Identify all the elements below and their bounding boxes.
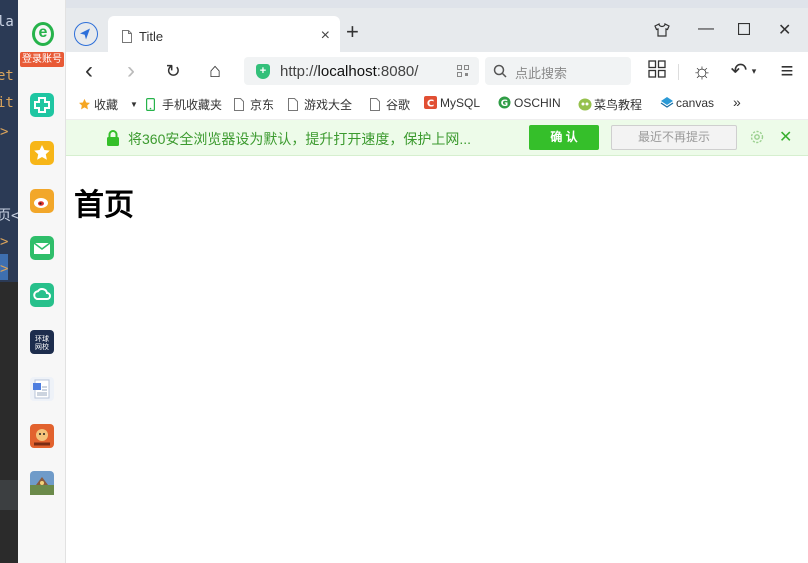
brightness-icon[interactable]: ☼ — [691, 60, 713, 82]
bookmark-favorites[interactable]: 收藏 — [78, 96, 118, 113]
bookmarks-bar: 收藏 ▼ 手机收藏夹 京东 游戏大全 谷歌 C MySQL G OSCHIN 菜鸟教… — [66, 90, 808, 120]
favorites-star-icon[interactable] — [30, 141, 54, 165]
svg-text:网校: 网校 — [35, 342, 49, 351]
security-shield-icon[interactable]: + — [256, 64, 270, 79]
page-icon — [234, 98, 246, 111]
minimize-button[interactable]: — — [698, 20, 714, 38]
phone-icon — [146, 98, 158, 112]
back-button[interactable]: ‹ — [78, 59, 100, 83]
gear-icon[interactable] — [749, 129, 765, 145]
undo-dropdown-icon[interactable]: ▾ — [749, 60, 759, 82]
document-icon[interactable] — [30, 377, 54, 401]
dont-remind-button[interactable]: 最近不再提示 — [611, 125, 737, 150]
new-tab-button[interactable]: + — [346, 21, 359, 43]
navigation-toolbar: ‹ › ↻ ⌂ + http://localhost:8080/ 点此搜索 ☼ … — [66, 52, 808, 90]
lock-icon — [106, 130, 120, 146]
bookmark-oschina[interactable]: G OSCHIN — [498, 96, 561, 110]
home-button[interactable]: ⌂ — [204, 60, 226, 82]
undo-icon[interactable]: ↶ — [728, 60, 750, 82]
bookmark-jd[interactable]: 京东 — [234, 96, 274, 113]
editor-panel-header — [0, 480, 18, 510]
page-icon — [288, 98, 300, 111]
bookmark-mysql[interactable]: C MySQL — [424, 96, 480, 110]
reload-button[interactable]: ↻ — [162, 60, 184, 82]
code-fragment: > — [0, 234, 9, 250]
confirm-button[interactable]: 确 认 — [529, 125, 599, 150]
notice-message: 将360安全浏览器设为默认，提升打开速度，保护上网... — [128, 131, 472, 147]
search-icon — [493, 64, 507, 78]
svg-text:环球: 环球 — [35, 334, 49, 343]
browser-window: Title × + — ✕ ‹ › ↻ ⌂ + http://localhost… — [66, 0, 808, 563]
browser-sidebar: e 登录账号 环球 网校 — [18, 0, 66, 563]
code-fragment: la — [0, 14, 14, 30]
cloud-drive-icon[interactable] — [30, 283, 54, 307]
news-icon[interactable]: 环球 网校 — [30, 330, 54, 354]
notice-close-icon[interactable]: ✕ — [779, 127, 792, 147]
maximize-button[interactable] — [737, 22, 751, 40]
bookmark-games[interactable]: 游戏大全 — [288, 96, 352, 113]
tab-bar: Title × + — ✕ — [66, 0, 808, 60]
bookmark-runoob[interactable]: 菜鸟教程 — [578, 96, 642, 113]
browser-logo-icon: e — [32, 22, 54, 46]
window-close-button[interactable]: ✕ — [778, 20, 791, 40]
svg-text:C: C — [427, 99, 434, 110]
canvas-icon — [660, 96, 674, 109]
qr-code-icon[interactable] — [457, 65, 469, 77]
health-plus-icon[interactable] — [30, 93, 54, 117]
code-fragment: > — [0, 124, 9, 140]
search-box[interactable]: 点此搜索 — [485, 57, 631, 85]
background-editor-strip: la et it > 页< > > — [0, 0, 18, 563]
page-heading: 首页 — [74, 188, 134, 223]
tab-label: Title — [139, 29, 164, 44]
star-icon — [78, 98, 90, 111]
menu-icon[interactable]: ≡ — [776, 60, 798, 82]
bookmarks-more-button[interactable]: » — [733, 94, 741, 110]
code-fragment: 页< — [0, 208, 18, 224]
mail-icon[interactable] — [30, 236, 54, 260]
favorites-dropdown-icon[interactable]: ▼ — [130, 100, 138, 109]
skin-icon[interactable] — [654, 22, 670, 43]
runoob-icon — [578, 98, 592, 111]
weibo-icon[interactable] — [30, 189, 54, 213]
bookmark-mobile[interactable]: 手机收藏夹 — [146, 96, 222, 113]
toolbar-divider — [678, 64, 679, 80]
apps-grid-icon[interactable] — [646, 60, 668, 82]
browser-logo[interactable]: e 登录账号 — [20, 22, 64, 68]
default-browser-notice: 将360安全浏览器设为默认，提升打开速度，保护上网... 确 认 最近不再提示 … — [66, 120, 808, 156]
tab-close-icon[interactable]: × — [321, 27, 330, 45]
editor-panel — [0, 282, 18, 563]
forward-button[interactable]: › — [120, 59, 142, 83]
game-icon[interactable] — [30, 424, 54, 448]
page-icon — [122, 30, 132, 43]
login-badge[interactable]: 登录账号 — [20, 52, 64, 67]
bookmark-google[interactable]: 谷歌 — [370, 96, 410, 113]
search-placeholder: 点此搜索 — [515, 66, 568, 81]
url-text[interactable]: http://localhost:8080/ — [280, 63, 418, 80]
code-fragment: et — [0, 68, 14, 84]
oschina-icon: G — [498, 96, 511, 109]
page-icon — [370, 98, 382, 111]
address-bar[interactable]: + http://localhost:8080/ — [244, 57, 479, 85]
svg-text:G: G — [501, 99, 508, 109]
code-fragment: > — [0, 261, 9, 277]
navigator-icon[interactable] — [74, 22, 98, 46]
csdn-icon: C — [424, 96, 437, 110]
page-content: 首页 — [66, 156, 808, 563]
bookmark-canvas[interactable]: canvas — [660, 96, 714, 110]
code-fragment: it — [0, 95, 14, 111]
game-icon-2[interactable] — [30, 471, 54, 495]
